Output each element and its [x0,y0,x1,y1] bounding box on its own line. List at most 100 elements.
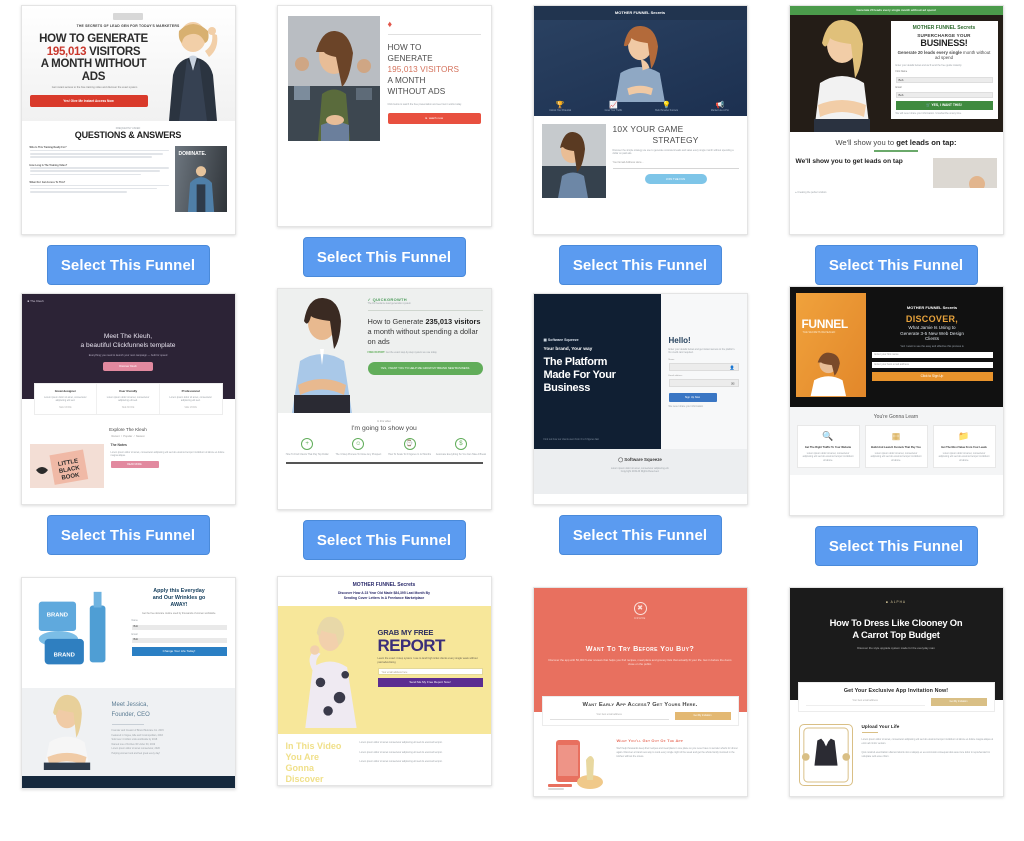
optin-form: MOTHER FUNNEL Secrets SUPERCHARGE YOUR B… [890,21,998,120]
email-input[interactable]: Your email address here [377,668,483,675]
form-body: Enter your details below and get instant… [668,348,736,355]
optin-form: Apply this Everyday and Our Wrinkles go … [128,584,229,682]
optin-bar: Get Your Exclusive App Invitation Now! Y… [797,682,995,712]
hero-section: ■ ALPHA How To Dress Like Clooney On A C… [789,588,1003,712]
lower-headline: We'll show you to get leads on tap [795,158,903,165]
funnel-cell: Generate 20 leads every single month wit… [768,0,1024,285]
hero-cta-button[interactable]: Discover Kleuh [103,362,153,371]
business-text: BUSINESS! [920,38,968,48]
select-funnel-button-6[interactable]: Select This Funnel [302,520,466,560]
tab-recent[interactable]: Recent [111,435,119,438]
signup-cta-button[interactable]: Sign Up Now [668,392,717,402]
select-funnel-button-5[interactable]: Select This Funnel [46,515,210,555]
hero-footnote: Find out how our clients went from 0 to … [543,438,599,441]
funnel-preview-card-7[interactable]: ▦ Software Squeeze Your brand, Your way … [532,293,748,505]
select-funnel-button-1[interactable]: Select This Funnel [46,245,210,285]
email-input[interactable]: Enter your best email address [871,362,993,369]
brand-logo: ■ The Kleuh [28,299,44,303]
headline-line-1: HOW TO GENERATE [39,33,148,45]
optin-cta-button[interactable]: Get My Invitation [930,698,987,706]
lower-section: In this video I'm going to show you + How… [277,413,491,465]
funnel-cell: FUNNEL THE SECRETS REVEALED MOTHER FUNNE… [768,285,1024,566]
hero-headline: HOW TO GENERATE 195,013 VISITORS A MONTH… [30,33,158,83]
name-input[interactable]: Bob [131,624,227,630]
hero-section: ▦ Software Squeeze Your brand, Your way … [533,294,747,449]
hero-section: FUNNEL THE SECRETS REVEALED MOTHER FUNNE… [789,287,1003,407]
hero-eyebrow: Your brand, Your way [543,347,593,352]
hero-photo [287,16,380,141]
cta-label: watch now [428,116,443,121]
select-funnel-wrap: Select This Funnel [512,505,768,555]
optin-cta-button[interactable]: Send Me My Free Report Now! [377,678,483,687]
bio-subtitle: Founder, CEO [111,712,150,718]
select-funnel-button-4[interactable]: Select This Funnel [814,245,978,285]
select-funnel-wrap: Select This Funnel [768,235,1024,285]
funnel-preview-card-5[interactable]: ■ The Kleuh Meet The Kleuh, a beautiful … [20,293,236,505]
brand-logo: ■ ALPHA [885,600,907,604]
footer-line-2: Copyright 2019 All Rights Reserved. [620,470,660,474]
optin-cta-button[interactable]: 🛒 YES, I WANT THIS! [895,101,993,111]
email-input[interactable]: Your best email address [549,713,669,720]
feature-link[interactable]: SEE MORE [164,406,218,409]
hero-headline: Apply this Everyday and Our Wrinkles go … [132,588,227,609]
tab-newest[interactable]: Newest [136,435,145,438]
funnel-preview-card-8[interactable]: FUNNEL THE SECRETS REVEALED MOTHER FUNNE… [788,286,1004,516]
woman-photo [291,297,352,413]
funnel-template-grid: THE SECRETS OF LEAD GEN FOR TODAY'S MARK… [0,0,1024,797]
hero-smalltext: Yes! I want to see the easy and effectiv… [900,344,964,348]
hero-headline: How To Dress Like Clooney On A Carrot To… [790,617,1003,640]
email-input[interactable]: Your Email Address Here... [612,161,739,169]
select-funnel-wrap: Select This Funnel [0,235,256,285]
tab-popular[interactable]: Popular [123,435,132,438]
hero-headline: Meet The Kleuh, a beautiful Clickfunnels… [22,332,235,350]
optin-form: Hello! Enter your details below and get … [660,294,747,449]
lower-photo [932,158,997,188]
funnel-preview-card-12[interactable]: ■ ALPHA How To Dress Like Clooney On A C… [788,587,1004,797]
feature-link[interactable]: SEE MORE [101,406,155,409]
learn-tile: ▦ Build And Launch Funnels That Pay You … [864,425,928,469]
hero-copy: ♦ HOW TO GENERATE 195,013 VISITORS A MON… [387,16,481,141]
optin-cta-button[interactable]: JOIN THE FUN [644,173,707,184]
bio-point: Helping women look and feel great every … [111,751,161,755]
select-funnel-button-2[interactable]: Select This Funnel [302,237,466,277]
first-name-input[interactable]: Enter your first name [871,352,993,359]
bio-name: Meet Jessica, [111,702,149,708]
logo-label: ALPHA [890,600,907,604]
brand-logo: ▦ Software Squeeze [543,338,579,342]
hero-cta-button[interactable]: Yes! Give Me Instant Access Now [29,94,148,107]
first-name-input[interactable]: Bob [895,76,993,83]
optin-cta-button[interactable]: Change Your Life Today! [131,647,227,657]
hero-copy: ✓ QUICKGROWTH The #1 freelance lead gene… [366,289,491,413]
feature-label: Market Like A Pro [710,110,729,112]
feature-card: User friendly Lorem ipsum dolor sit amet… [97,384,160,415]
subtext-bold: Generate 20 leads every single [897,50,962,55]
funnel-preview-card-11[interactable]: ✖ CRAVE Want To Try Before You Buy? Disc… [532,587,748,797]
funnel-preview-card-10[interactable]: MOTHER FUNNEL Secrets Discover How A 23 … [276,576,492,786]
funnel-preview-card-1[interactable]: THE SECRETS OF LEAD GEN FOR TODAY'S MARK… [20,5,236,235]
select-funnel-button-8[interactable]: Select This Funnel [814,526,978,566]
feature-link[interactable]: SEE MORE [39,406,93,409]
post-row: LITTLE BLACK BOOK The Notes Lorem ipsum … [22,438,235,489]
funnel-preview-card-2[interactable]: ♦ HOW TO GENERATE 195,013 VISITORS A MON… [276,5,492,227]
headline-line-3: Business [543,382,591,394]
funnel-preview-card-6[interactable]: ✓ QUICKGROWTH The #1 freelance lead gene… [276,288,492,510]
post-cta-button[interactable]: READ MORE [110,461,159,469]
select-funnel-button-7[interactable]: Select This Funnel [558,515,722,555]
select-funnel-button-3[interactable]: Select This Funnel [558,245,722,285]
email-input[interactable]: Bob [895,92,993,99]
funnel-cell: ♦ HOW TO GENERATE 195,013 VISITORS A MON… [256,0,512,285]
hero-cta-button[interactable]: YES, I WANT YOU TO HELP ME GROW MY BRAND… [367,361,483,375]
name-input[interactable]: 👤 [668,362,739,371]
funnel-preview-card-4[interactable]: Generate 20 leads every single month wit… [788,5,1004,235]
discover-headline: DISCOVER, [905,314,959,324]
signup-cta-button[interactable]: Click to Sign Up [871,372,993,382]
email-input[interactable]: Your best email address [805,699,925,706]
funnel-preview-card-9[interactable]: BRAND BRAND Apply this Everyday and Our … [20,577,236,789]
feature-cards: Great designer Lorem ipsum dolor sit ame… [33,383,223,416]
email-input[interactable]: Bob [131,638,227,644]
hero-cta-button[interactable]: ► watch now [387,113,481,125]
optin-cta-button[interactable]: Get My Invitation [674,712,731,720]
funnel-preview-card-3[interactable]: MOTHER FUNNEL Secrets 🏆 Unlock Your Poten… [532,5,748,235]
lead-section-title: We'll show you to get leads on tap: [790,132,1003,147]
email-input[interactable]: ✉ [668,378,739,387]
